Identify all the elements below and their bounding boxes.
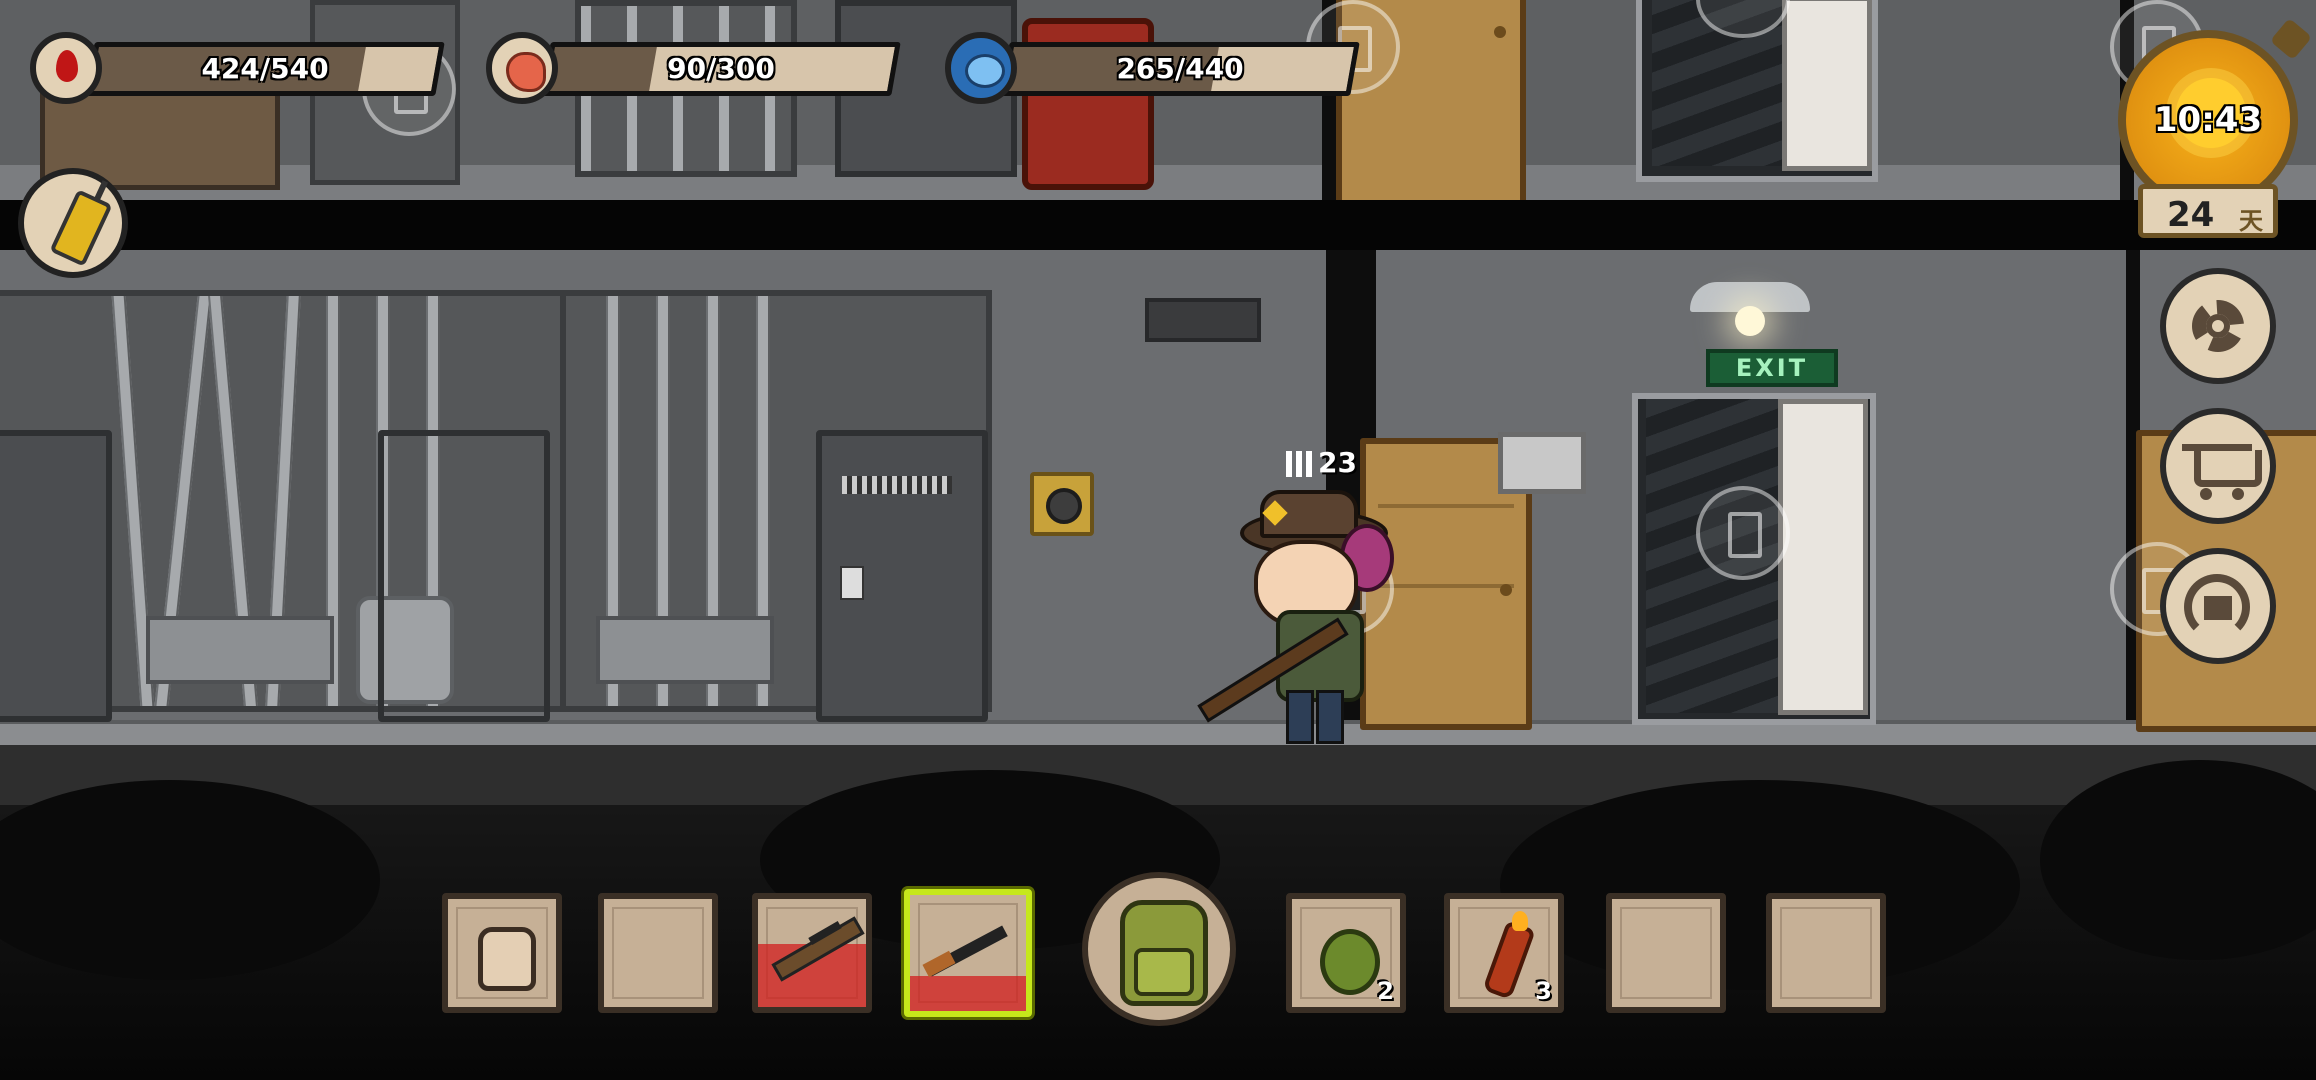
stairwell-interact-button[interactable] — [1696, 486, 1790, 580]
health-value: 424/540 — [201, 52, 329, 85]
hunger-stat: 90/300 — [486, 32, 906, 104]
settings-button[interactable] — [2160, 268, 2276, 384]
player-character[interactable] — [1190, 480, 1400, 744]
walkie-talkie-button[interactable] — [18, 168, 128, 278]
lamp-bulb — [1735, 306, 1765, 336]
item-count: 2 — [1377, 977, 1394, 1005]
ammo-bullets-icon — [1286, 451, 1312, 477]
day-unit: 天 — [2239, 207, 2263, 235]
fist-icon — [478, 927, 536, 991]
floor-slab — [0, 200, 2316, 250]
grenade-icon — [1320, 929, 1380, 995]
wall-picture — [1498, 432, 1586, 494]
upper-floor — [0, 0, 2316, 207]
day-number: 24 — [2167, 195, 2215, 235]
wall-speaker — [1030, 472, 1094, 536]
ground-strip — [0, 745, 2316, 805]
clock-time: 10:43 — [2153, 100, 2263, 140]
hotbar-slot-1[interactable] — [442, 893, 562, 1013]
hotbar-slot-2[interactable] — [598, 893, 718, 1013]
blood-drop-icon — [30, 32, 102, 104]
hotbar-slot-6[interactable]: 3 — [1444, 893, 1564, 1013]
item-count: 3 — [1535, 977, 1552, 1005]
brain-icon — [945, 32, 1017, 104]
hunger-value: 90/300 — [667, 52, 775, 85]
durability-warning — [910, 976, 1026, 1011]
hotbar-slot-7[interactable] — [1606, 893, 1726, 1013]
backpack-button[interactable] — [1082, 872, 1236, 1026]
exit-sign: EXIT — [1706, 349, 1838, 387]
hotbar-slot-8[interactable] — [1766, 893, 1886, 1013]
return-home-button[interactable] — [2160, 548, 2276, 664]
stomach-icon — [486, 32, 558, 104]
main-floor: EXIT — [0, 250, 2316, 749]
sanity-value: 265/440 — [1116, 52, 1244, 85]
day-counter: 24 天 — [2138, 184, 2278, 238]
ammo-count: 23 — [1318, 446, 1357, 479]
ammo-counter: 23 — [1286, 446, 1357, 479]
health-stat: 424/540 — [30, 32, 450, 104]
foreground-bush — [1500, 780, 2020, 990]
hotbar-slot-3[interactable] — [752, 893, 872, 1013]
wall-vent — [1145, 298, 1261, 342]
sanity-stat: 265/440 — [945, 32, 1365, 104]
open-cell-door-frame — [378, 430, 550, 722]
shop-button[interactable] — [2160, 408, 2276, 524]
day-clock: 10:43 — [2118, 17, 2313, 210]
cell-door-locked[interactable] — [816, 430, 988, 722]
hotbar-slot-5[interactable]: 2 — [1286, 893, 1406, 1013]
cell-door-far-left[interactable] — [0, 430, 112, 722]
hotbar-slot-4-selected[interactable] — [904, 889, 1032, 1017]
